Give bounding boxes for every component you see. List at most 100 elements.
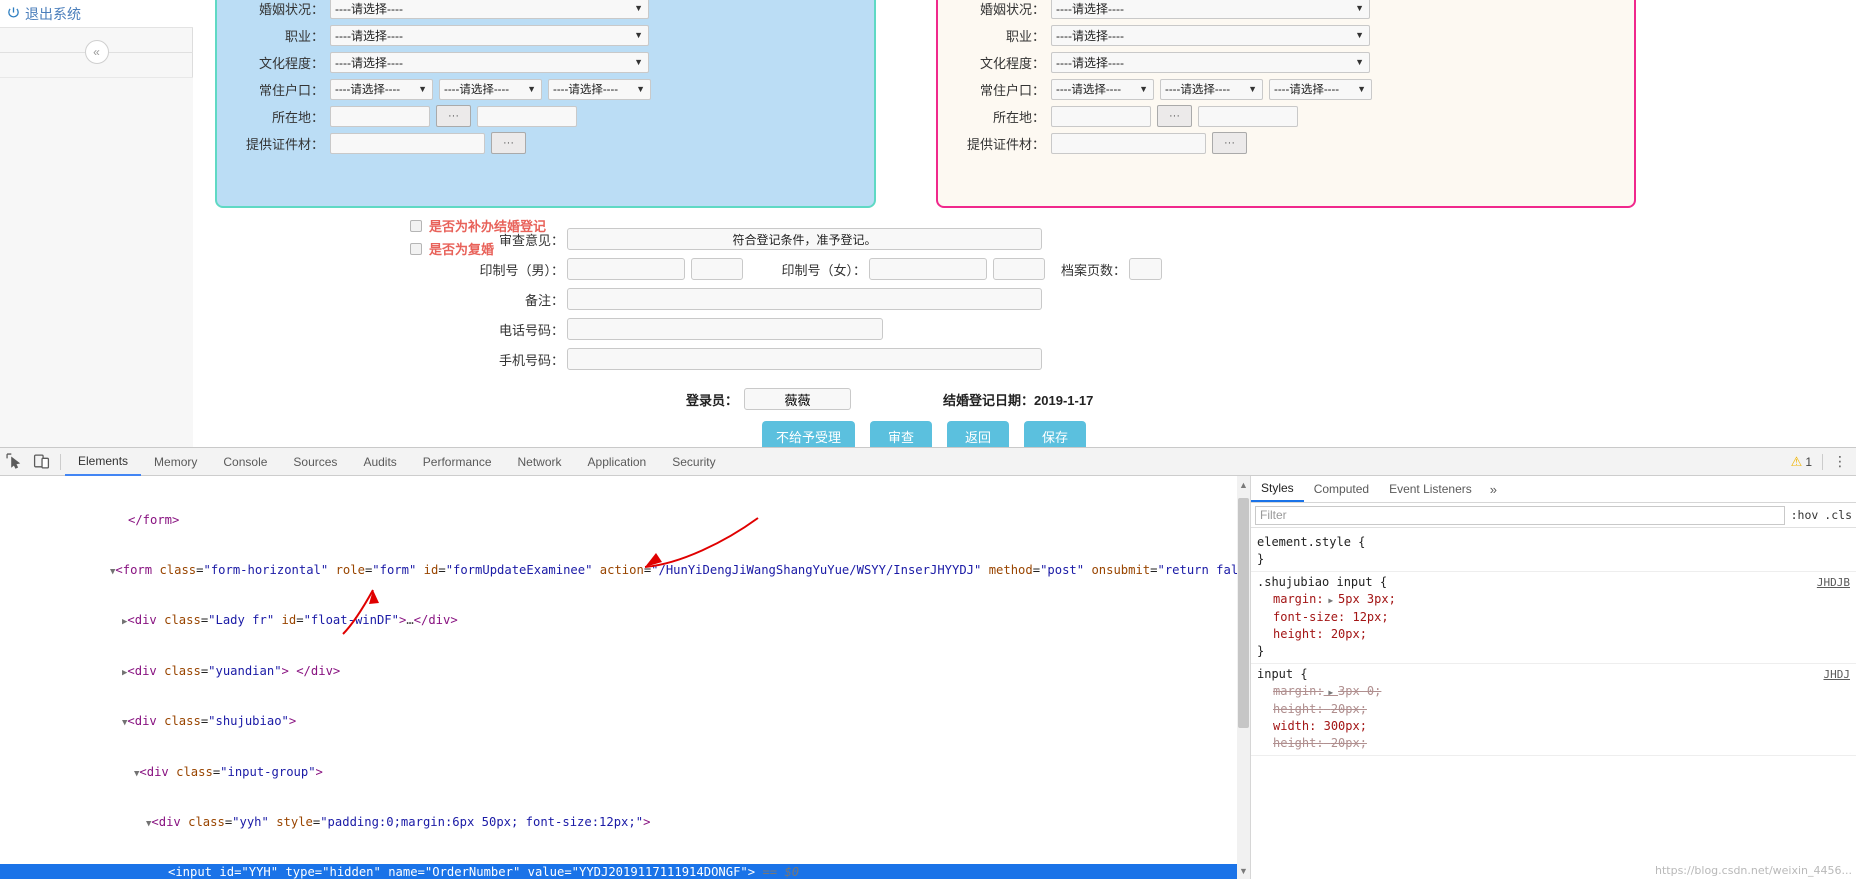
tab-console[interactable]: Console (210, 449, 280, 475)
form-row-education-female: 文化程度： ----请选择---- ▼ (950, 49, 1622, 75)
select-marital-male[interactable]: ----请选择---- ▼ (330, 0, 649, 19)
css-declaration[interactable]: width: 300px; (1257, 718, 1850, 735)
tab-application[interactable]: Application (575, 449, 660, 475)
tab-network[interactable]: Network (505, 449, 575, 475)
chevron-down-icon: ▼ (527, 84, 536, 94)
input-certificate-male[interactable] (330, 132, 485, 154)
input-review-opinion[interactable]: 符合登记条件，准予登记。 (567, 228, 1042, 250)
css-declaration[interactable]: margin: ▶ 5px 3px; (1257, 591, 1850, 609)
styles-more-tabs-icon[interactable]: » (1482, 482, 1505, 497)
select-education-male[interactable]: ----请选择---- ▼ (330, 51, 649, 73)
input-print-female[interactable] (869, 258, 987, 280)
tab-memory[interactable]: Memory (141, 449, 210, 475)
dom-line-selected[interactable]: <input id="YYH" type="hidden" name="Orde… (0, 864, 1250, 879)
input-registrar[interactable]: 薇薇 (744, 388, 852, 410)
device-toolbar-icon[interactable] (33, 453, 50, 470)
registrar-row: 登录员： 薇薇 结婚登记日期：2019-1-17 (194, 388, 1654, 410)
certificate-picker-button-female[interactable]: ··· (1212, 132, 1247, 154)
select-residence-province-male[interactable]: ----请选择---- ▼ (330, 78, 433, 100)
form-row-remark: 备注： (194, 288, 1654, 310)
input-location-male[interactable] (330, 105, 430, 127)
input-print-male-suffix[interactable] (691, 258, 743, 280)
certificate-picker-button-male[interactable]: ··· (491, 132, 526, 154)
input-location-detail-male[interactable] (477, 105, 577, 127)
select-education-female[interactable]: ----请选择---- ▼ (1051, 51, 1370, 73)
chevron-down-icon: ▼ (1248, 84, 1257, 94)
input-mobile[interactable] (567, 348, 1042, 370)
dom-tree-scroll-thumb[interactable] (1238, 498, 1249, 728)
css-rule-origin[interactable]: JHDJB (1817, 574, 1850, 591)
input-remark[interactable] (567, 288, 1042, 310)
input-location-detail-female[interactable] (1198, 105, 1298, 127)
css-property-value: 3px 0; (1338, 684, 1382, 698)
css-rule-origin[interactable]: JHDJ (1824, 666, 1851, 683)
css-rule-input[interactable]: JHDJ input { margin: ▶ 3px 0; height: 20… (1251, 664, 1856, 756)
tab-event-listeners[interactable]: Event Listeners (1379, 477, 1482, 501)
tab-elements[interactable]: Elements (65, 448, 142, 476)
cls-toggle-button[interactable]: .cls (1824, 508, 1852, 522)
location-picker-button-male[interactable]: ··· (436, 105, 471, 127)
warning-count: 1 (1805, 454, 1812, 469)
warning-badge[interactable]: ⚠ 1 (1791, 454, 1812, 470)
css-declaration-overridden[interactable]: height: 20px; (1257, 735, 1850, 752)
input-location-female[interactable] (1051, 105, 1151, 127)
css-declaration[interactable]: font-size: 12px; (1257, 609, 1850, 626)
save-button[interactable]: 保存 (1024, 421, 1087, 447)
input-telephone[interactable] (567, 318, 883, 340)
css-declaration-overridden[interactable]: height: 20px; (1257, 701, 1850, 718)
css-declaration-overridden[interactable]: margin: ▶ 3px 0; (1257, 683, 1850, 701)
expand-triangle-icon[interactable]: ▶ (1324, 688, 1338, 697)
logout-bar[interactable]: 退出系统 (0, 0, 193, 28)
dom-line[interactable]: ▶<div class="yuandian"> </div> (0, 663, 1250, 680)
select-residence-district-female[interactable]: ----请选择---- ▼ (1269, 78, 1372, 100)
dom-line[interactable]: ▼<div class="input-group"> (0, 764, 1250, 781)
label-residence-male: 常住户口： (258, 82, 324, 98)
tab-sources[interactable]: Sources (280, 449, 350, 475)
dom-line[interactable]: ▶<div class="Lady fr" id="float-winDF">…… (0, 612, 1250, 629)
select-residence-province-female[interactable]: ----请选择---- ▼ (1051, 78, 1154, 100)
tab-performance[interactable]: Performance (410, 449, 505, 475)
devtools-more-menu-icon[interactable]: ⋮ (1833, 453, 1848, 470)
reject-button[interactable]: 不给予受理 (761, 421, 855, 447)
input-archive-pages[interactable] (1129, 258, 1162, 280)
dom-line[interactable]: ▼<div class="shujubiao"> (0, 713, 1250, 730)
tab-computed[interactable]: Computed (1304, 477, 1379, 501)
dom-line[interactable]: </form> (0, 512, 1250, 529)
input-print-female-suffix[interactable] (993, 258, 1045, 280)
dom-line[interactable]: ▼<div class="yyh" style="padding:0;margi… (0, 814, 1250, 831)
examination-form: 审查意见： 符合登记条件，准予登记。 印制号（男）： 印制号（女）： 档案页数：… (194, 228, 1654, 378)
label-location-female: 所在地： (992, 109, 1045, 125)
review-button[interactable]: 审查 (869, 421, 932, 447)
select-marital-female[interactable]: ----请选择---- ▼ (1051, 0, 1370, 19)
tab-security[interactable]: Security (659, 449, 728, 475)
back-button[interactable]: 返回 (947, 421, 1010, 447)
scroll-down-arrow-icon[interactable]: ▼ (1238, 864, 1249, 878)
css-property-name: margin: (1273, 592, 1324, 606)
dom-tree[interactable]: </form> ▼<form class="form-horizontal" r… (0, 476, 1250, 879)
styles-filter-input[interactable]: Filter (1255, 505, 1785, 525)
scroll-up-arrow-icon[interactable]: ▲ (1238, 478, 1249, 492)
female-party-panel: 民族： ----请选择---- ▼ 婚姻状况： ----请选择---- ▼ 职业… (936, 0, 1636, 208)
select-residence-city-female[interactable]: ----请选择---- ▼ (1160, 78, 1263, 100)
select-occupation-female[interactable]: ----请选择---- ▼ (1051, 24, 1370, 46)
css-rule-shujubiao-input[interactable]: JHDJB .shujubiao input { margin: ▶ 5px 3… (1251, 572, 1856, 664)
input-print-male[interactable] (567, 258, 685, 280)
collapse-sidebar-button[interactable]: « (84, 40, 109, 64)
cursor-select-icon[interactable] (6, 453, 23, 470)
location-picker-button-female[interactable]: ··· (1157, 105, 1192, 127)
input-certificate-female[interactable] (1051, 132, 1206, 154)
label-telephone: 电话号码： (498, 322, 564, 338)
select-residence-district-male[interactable]: ----请选择---- ▼ (548, 78, 651, 100)
select-occupation-male[interactable]: ----请选择---- ▼ (330, 24, 649, 46)
select-residence-city-male[interactable]: ----请选择---- ▼ (439, 78, 542, 100)
css-rule-element-style[interactable]: element.style { } (1251, 532, 1856, 572)
tab-audits[interactable]: Audits (350, 449, 409, 475)
dom-line[interactable]: ▼<form class="form-horizontal" role="for… (0, 562, 1250, 579)
dom-tree-scrollbar[interactable]: ▲ ▼ (1237, 476, 1250, 879)
css-declaration[interactable]: height: 20px; (1257, 626, 1850, 643)
chevron-down-icon: ▼ (634, 30, 643, 40)
expand-triangle-icon[interactable]: ▶ (1324, 596, 1338, 605)
tab-styles[interactable]: Styles (1251, 476, 1304, 502)
hov-toggle-button[interactable]: :hov (1791, 508, 1819, 522)
devtools-tabs: Elements Memory Console Sources Audits P… (65, 448, 729, 476)
